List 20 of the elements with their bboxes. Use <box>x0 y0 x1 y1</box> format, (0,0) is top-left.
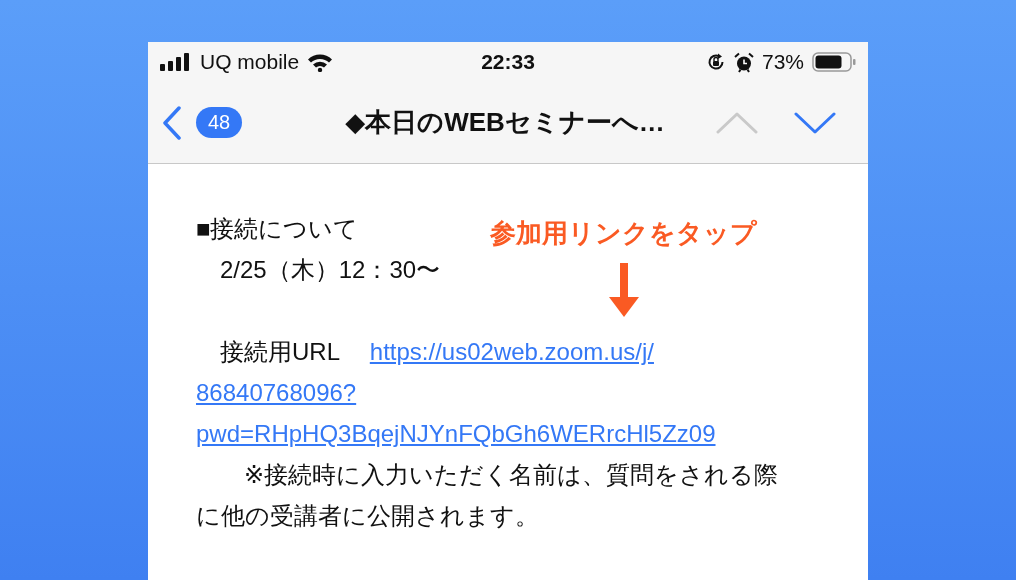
message-subject: ◆本日のWEBセミナーへ… <box>345 106 665 139</box>
url-link[interactable]: https://us02web.zoom.us/j/ <box>369 338 654 365</box>
back-button[interactable] <box>162 105 182 140</box>
carrier-name: UQ mobile <box>200 50 300 74</box>
schedule-text: 2/25（木）12：30〜 <box>219 255 441 285</box>
url-link[interactable]: pwd=RHpHQ3BqejNJYnFQbGh6WERrcHl5Zz09 <box>196 420 716 447</box>
battery-percentage: 73% <box>761 50 804 74</box>
callout-text: 参加用リンクをタップ <box>490 217 757 250</box>
url-link[interactable]: 86840768096? <box>196 379 357 406</box>
section-heading: ■接続について <box>196 214 359 244</box>
wifi-icon <box>307 52 334 72</box>
url-label: 接続用URL <box>219 338 341 365</box>
down-arrow-icon <box>607 263 640 317</box>
clock-time: 22:33 <box>481 50 535 74</box>
alarm-clock-icon <box>733 51 754 73</box>
unread-count-badge: 48 <box>196 107 243 138</box>
note-paragraph: ※接続時に入力いただく名前は、質問をされる際に他の受講者に公開されます。 <box>196 460 780 531</box>
next-message-button[interactable] <box>794 111 836 134</box>
battery-icon <box>812 52 856 72</box>
signal-icon <box>160 53 192 71</box>
